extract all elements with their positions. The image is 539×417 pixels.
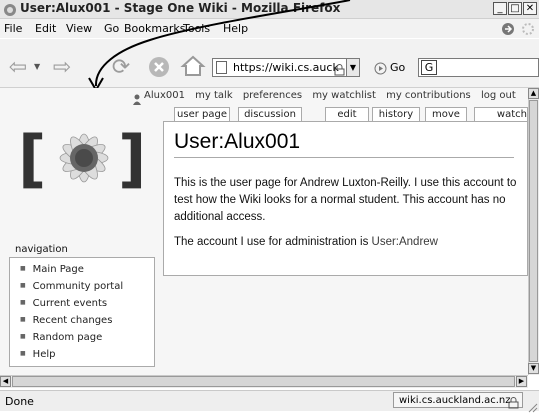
nav-recent-changes[interactable]: Recent changes (20, 315, 113, 326)
resize-grip-icon[interactable] (526, 398, 538, 413)
status-domain-text: wiki.cs.auckland.ac.nz (399, 395, 511, 406)
article-paragraph: This is the user page for Andrew Luxton-… (174, 177, 517, 223)
user-link-username[interactable]: Alux001 (144, 90, 185, 101)
user-link-preferences[interactable]: preferences (243, 90, 302, 101)
status-text: Done (5, 395, 34, 408)
tab-edit[interactable]: edit (325, 107, 369, 121)
user-link-talk[interactable]: my talk (195, 90, 232, 101)
scroll-up-button[interactable]: ▲ (528, 88, 539, 99)
tab-user-page[interactable]: user page (174, 107, 230, 122)
tab-discussion[interactable]: discussion (238, 107, 302, 121)
nav-current-events[interactable]: Current events (20, 298, 107, 309)
tab-watch[interactable]: watch (474, 107, 528, 121)
page-title: User:Alux001 (174, 130, 301, 153)
vertical-scroll-thumb[interactable] (529, 100, 538, 362)
tab-move[interactable]: move (425, 107, 467, 121)
tab-history[interactable]: history (372, 107, 420, 121)
article-paragraph-admin: The account I use for administration is … (174, 234, 522, 251)
user-link-watchlist[interactable]: my watchlist (312, 90, 376, 101)
nav-help[interactable]: Help (20, 349, 56, 360)
admin-user-link[interactable]: User:Andrew (372, 236, 438, 248)
nav-community-portal[interactable]: Community portal (20, 281, 123, 292)
svg-text:[: [ (18, 122, 46, 195)
user-link-logout[interactable]: log out (481, 90, 516, 101)
horizontal-scroll-thumb[interactable] (12, 376, 515, 387)
navigation-heading: navigation (15, 244, 68, 255)
svg-text:]: ] (118, 122, 146, 195)
scroll-down-button[interactable]: ▼ (528, 363, 539, 374)
status-padlock-icon[interactable] (508, 394, 519, 409)
title-divider (174, 157, 514, 158)
nav-main-page[interactable]: Main Page (20, 264, 84, 275)
user-link-contributions[interactable]: my contributions (386, 90, 471, 101)
personal-links: Alux001 my talk preferences my watchlist… (144, 90, 523, 101)
wiki-logo[interactable]: [ ] (14, 108, 154, 208)
user-icon (132, 90, 142, 105)
nav-random-page[interactable]: Random page (20, 332, 103, 343)
scroll-right-button[interactable]: ▶ (516, 376, 527, 387)
status-domain: wiki.cs.auckland.ac.nz (393, 392, 523, 408)
admin-text: The account I use for administration is (174, 236, 372, 248)
scroll-left-button[interactable]: ◀ (0, 376, 11, 387)
